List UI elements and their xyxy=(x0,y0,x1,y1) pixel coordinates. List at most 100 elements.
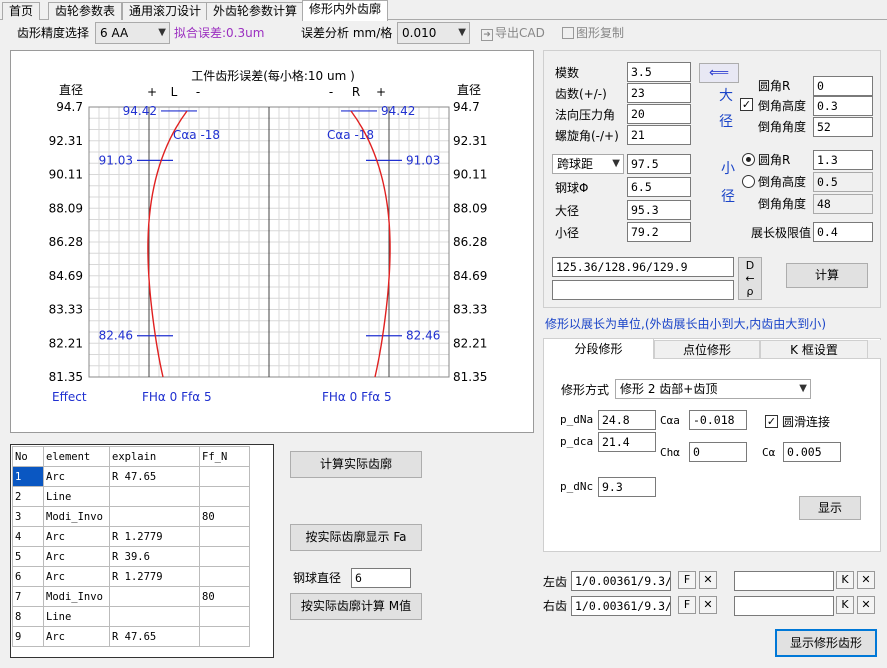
right-f-button[interactable]: F xyxy=(678,596,696,614)
cell-no[interactable]: 2 xyxy=(12,486,44,507)
left-clear-button[interactable]: ✕ xyxy=(699,571,717,589)
table-row[interactable]: 6 Arc R 1.2779 xyxy=(12,566,250,587)
table-row[interactable]: 8 Line xyxy=(12,606,250,627)
cell-explain[interactable]: R 1.2779 xyxy=(109,566,200,587)
table-row[interactable]: 5 Arc R 39.6 xyxy=(12,546,250,567)
helix-angle-input[interactable]: 21 xyxy=(627,125,691,145)
result-output-2[interactable] xyxy=(552,280,734,300)
span-input[interactable]: 97.5 xyxy=(627,154,691,174)
right-k-input[interactable] xyxy=(734,596,834,616)
limit-input[interactable]: 0.4 xyxy=(813,222,873,242)
cell-no[interactable]: 6 xyxy=(12,566,44,587)
cell-element[interactable]: Modi_Invo xyxy=(43,586,110,607)
cell-no[interactable]: 8 xyxy=(12,606,44,627)
table-row[interactable]: 1 Arc R 47.65 xyxy=(12,466,250,487)
smooth-connect-checkbox[interactable]: ✓ xyxy=(765,415,778,428)
calc-m-value-button[interactable]: 按实际齿廓计算 M值 xyxy=(290,593,422,620)
cell-element[interactable]: Arc xyxy=(43,466,110,487)
right-flank-input[interactable]: 1/0.00361/9.3/23 xyxy=(571,596,671,616)
cell-element[interactable]: Arc xyxy=(43,526,110,547)
cell-no[interactable]: 9 xyxy=(12,626,44,647)
table-row[interactable]: 4 Arc R 1.2779 xyxy=(12,526,250,547)
cell-element[interactable]: Line xyxy=(43,606,110,627)
cell-element[interactable]: Arc xyxy=(43,546,110,567)
left-f-button[interactable]: F xyxy=(678,571,696,589)
ch-input[interactable]: 0 xyxy=(689,442,747,462)
tab-modified-profile[interactable]: 修形内外齿廓 xyxy=(302,0,389,21)
minor-chamfer-radio[interactable] xyxy=(742,175,755,188)
major-diameter-input[interactable]: 95.3 xyxy=(627,200,691,220)
teeth-input[interactable]: 23 xyxy=(627,83,691,103)
cell-explain[interactable] xyxy=(109,586,200,607)
d-to-rho-button[interactable]: D ← ρ xyxy=(738,257,762,300)
calc-button[interactable]: 计算 xyxy=(786,263,868,288)
table-row[interactable]: 2 Line xyxy=(12,486,250,507)
span-type-select[interactable]: 跨球距 ▼ xyxy=(552,154,624,174)
module-input[interactable]: 3.5 xyxy=(627,62,691,82)
major-chamfer-angle-input[interactable]: 52 xyxy=(813,117,873,137)
cell-ffn[interactable] xyxy=(199,546,250,567)
tab-hob-design[interactable]: 通用滚刀设计 xyxy=(122,2,209,20)
cell-element[interactable]: Arc xyxy=(43,566,110,587)
left-k-button[interactable]: K xyxy=(836,571,854,589)
swap-arrow-button[interactable]: ⟸ xyxy=(699,63,739,83)
left-k-input[interactable] xyxy=(734,571,834,591)
minor-diameter-input[interactable]: 79.2 xyxy=(627,222,691,242)
minor-chamfer-angle-input[interactable]: 48 xyxy=(813,194,873,214)
table-row[interactable]: 9 Arc R 47.65 xyxy=(12,626,250,647)
ball-input[interactable]: 6.5 xyxy=(627,177,691,197)
cell-ffn[interactable]: 80 xyxy=(199,586,250,607)
cell-explain[interactable]: R 47.65 xyxy=(109,626,200,647)
cell-no[interactable]: 3 xyxy=(12,506,44,527)
cell-ffn[interactable] xyxy=(199,486,250,507)
subtab-point-modify[interactable]: 点位修形 xyxy=(654,340,760,359)
show-button[interactable]: 显示 xyxy=(799,496,861,520)
cell-no[interactable]: 7 xyxy=(12,586,44,607)
export-cad-button[interactable]: ➜ 导出CAD xyxy=(481,25,545,41)
cell-ffn[interactable] xyxy=(199,626,250,647)
left-k-clear-button[interactable]: ✕ xyxy=(857,571,875,589)
cell-element[interactable]: Arc xyxy=(43,626,110,647)
major-round-input[interactable]: 0 xyxy=(813,76,873,96)
precision-select[interactable]: 6 AA ▼ xyxy=(95,22,170,44)
cell-ffn[interactable] xyxy=(199,606,250,627)
cell-element[interactable]: Modi_Invo xyxy=(43,506,110,527)
cell-ffn[interactable] xyxy=(199,526,250,547)
cell-explain[interactable] xyxy=(109,486,200,507)
cell-explain[interactable] xyxy=(109,506,200,527)
cell-no[interactable]: 5 xyxy=(12,546,44,567)
cell-ffn[interactable]: 80 xyxy=(199,506,250,527)
left-flank-input[interactable]: 1/0.00361/9.3/23 xyxy=(571,571,671,591)
caa-input[interactable]: -0.018 xyxy=(689,410,747,430)
table-row[interactable]: 7 Modi_Invo 80 xyxy=(12,586,250,607)
show-fa-button[interactable]: 按实际齿廓显示 Fa xyxy=(290,524,422,551)
cell-explain[interactable]: R 39.6 xyxy=(109,546,200,567)
cell-explain[interactable]: R 47.65 xyxy=(109,466,200,487)
error-scale-select[interactable]: 0.010 ▼ xyxy=(397,22,470,44)
cell-element[interactable]: Line xyxy=(43,486,110,507)
ca-input[interactable]: 0.005 xyxy=(783,442,841,462)
cell-ffn[interactable] xyxy=(199,466,250,487)
major-chamfer-checkbox[interactable]: ✓ xyxy=(740,98,753,111)
pdca-input[interactable]: 21.4 xyxy=(598,432,656,452)
pdnc-input[interactable]: 9.3 xyxy=(598,477,656,497)
tab-external-gear-calc[interactable]: 外齿轮参数计算 xyxy=(206,2,305,20)
modify-mode-select[interactable]: 修形 2 齿部+齿顶 ▼ xyxy=(615,379,811,399)
minor-chamfer-height-input[interactable]: 0.5 xyxy=(813,172,873,192)
calc-actual-profile-button[interactable]: 计算实际齿廓 xyxy=(290,451,422,478)
pressure-angle-input[interactable]: 20 xyxy=(627,104,691,124)
cell-explain[interactable] xyxy=(109,606,200,627)
cell-explain[interactable]: R 1.2779 xyxy=(109,526,200,547)
pdna-input[interactable]: 24.8 xyxy=(598,410,656,430)
show-modified-profile-button[interactable]: 显示修形齿形 xyxy=(775,629,877,657)
cell-no[interactable]: 4 xyxy=(12,526,44,547)
subtab-segment-modify[interactable]: 分段修形 xyxy=(543,338,654,359)
right-k-button[interactable]: K xyxy=(836,596,854,614)
ball-diameter-input[interactable]: 6 xyxy=(351,568,411,588)
tab-gear-params[interactable]: 齿轮参数表 xyxy=(48,2,123,20)
right-k-clear-button[interactable]: ✕ xyxy=(857,596,875,614)
result-output[interactable]: 125.36/128.96/129.9 xyxy=(552,257,734,277)
cell-no[interactable]: 1 xyxy=(12,466,44,487)
copy-graph-button[interactable]: 图形复制 xyxy=(562,25,624,41)
tab-home[interactable]: 首页 xyxy=(2,2,41,20)
